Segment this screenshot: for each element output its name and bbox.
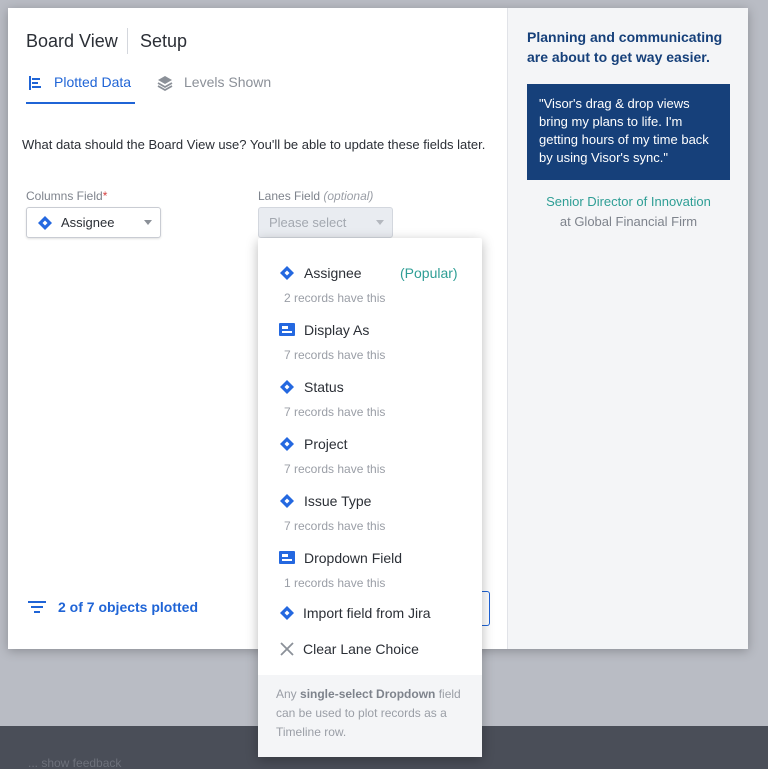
- objects-plotted-link[interactable]: 2 of 7 objects plotted: [28, 599, 198, 615]
- jira-diamond-icon: [280, 606, 294, 620]
- layers-icon: [157, 76, 173, 92]
- list-icon: [28, 601, 46, 613]
- required-mark: *: [102, 189, 108, 203]
- chevron-down-icon: [376, 220, 384, 225]
- dropdown-option-status[interactable]: Status 7 records have this: [258, 359, 482, 419]
- background-text: ... show feedback: [28, 756, 122, 769]
- objects-plotted-text: 2 of 7 objects plotted: [58, 599, 199, 615]
- setup-question: What data should the Board View use? You…: [22, 137, 486, 152]
- jira-diamond-icon: [280, 380, 294, 394]
- testimonial-company: at Global Financial Firm: [559, 214, 698, 229]
- aside-headline: Planning and communicating are about to …: [527, 29, 723, 65]
- option-name: Dropdown Field: [304, 550, 403, 566]
- visor-field-icon: [279, 323, 295, 336]
- title-divider: [127, 28, 128, 54]
- lanes-field-label: Lanes Field (optional): [258, 189, 374, 203]
- tab-plotted-data[interactable]: Plotted Data: [26, 74, 135, 104]
- clear-lane-label: Clear Lane Choice: [303, 641, 419, 657]
- testimonial-author: Senior Director of Innovation: [546, 194, 711, 209]
- dropdown-option-issue-type[interactable]: Issue Type 7 records have this: [258, 473, 482, 533]
- import-field-label: Import field from Jira: [303, 605, 431, 621]
- lanes-field-select[interactable]: Please select: [258, 207, 393, 238]
- option-name: Status: [304, 379, 344, 395]
- visor-field-icon: [279, 551, 295, 564]
- jira-diamond-icon: [280, 266, 294, 280]
- jira-diamond-icon: [280, 437, 294, 451]
- jira-diamond-icon: [280, 494, 294, 508]
- plot-icon: [29, 76, 41, 90]
- testimonial-quote: "Visor's drag & drop views bring my plan…: [527, 84, 730, 180]
- tab-plotted-label: Plotted Data: [54, 74, 132, 90]
- chevron-down-icon: [144, 220, 152, 225]
- page-title: Board View: [26, 31, 118, 51]
- dropdown-option-assignee[interactable]: Assignee (Popular) 2 records have this: [258, 245, 482, 305]
- page-subtitle: Setup: [140, 31, 188, 51]
- option-name: Display As: [304, 322, 370, 338]
- lanes-field-dropdown: Assignee (Popular) 2 records have this D…: [258, 238, 482, 757]
- option-name: Project: [304, 436, 348, 452]
- columns-field-label: Columns Field*: [26, 189, 108, 203]
- dropdown-help-text: Any single-select Dropdown field can be …: [258, 675, 482, 757]
- columns-field-select[interactable]: Assignee: [26, 207, 161, 238]
- jira-diamond-icon: [38, 215, 52, 230]
- import-field-from-jira-option[interactable]: Import field from Jira: [258, 598, 482, 628]
- dropdown-option-project[interactable]: Project 7 records have this: [258, 416, 482, 476]
- option-name: Assignee: [304, 265, 362, 281]
- option-record-count: 1 records have this: [284, 576, 386, 590]
- help-text-emphasis: single-select Dropdown: [300, 687, 436, 701]
- lanes-field-placeholder: Please select: [269, 215, 347, 230]
- testimonial-panel: Planning and communicating are about to …: [507, 8, 748, 649]
- dropdown-option-display-as[interactable]: Display As 7 records have this: [258, 302, 482, 362]
- columns-field-value: Assignee: [61, 215, 115, 230]
- clear-lane-choice-option[interactable]: Clear Lane Choice: [258, 634, 482, 664]
- tab-levels-label: Levels Shown: [184, 74, 272, 90]
- dropdown-option-dropdown-field[interactable]: Dropdown Field 1 records have this: [258, 530, 482, 590]
- option-name: Issue Type: [304, 493, 372, 509]
- popular-badge: (Popular): [400, 265, 458, 281]
- tab-levels-shown[interactable]: Levels Shown: [156, 74, 271, 104]
- close-icon: [280, 642, 294, 656]
